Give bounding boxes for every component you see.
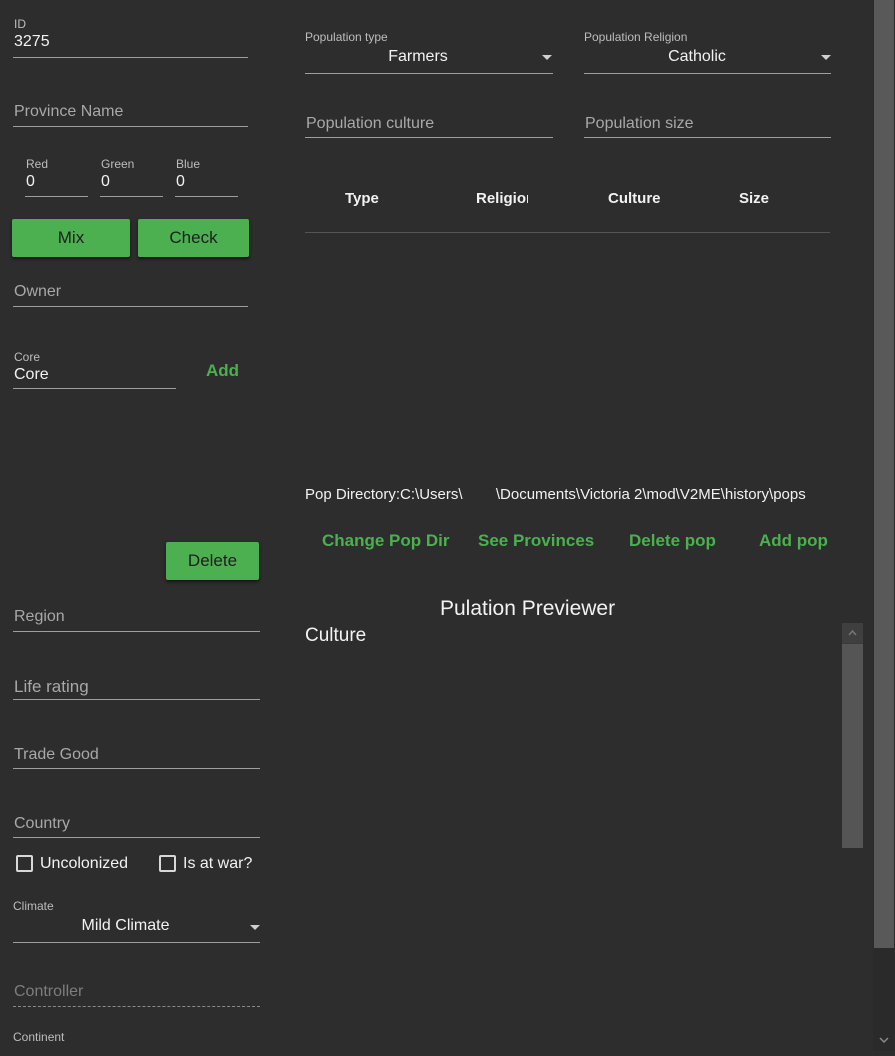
pop-directory-path: Pop Directory:C:\Users\ \Documents\Victo… xyxy=(305,486,806,503)
population-type-value[interactable]: Farmers xyxy=(305,48,531,66)
column-header-religion[interactable]: Religion xyxy=(476,190,528,207)
id-value[interactable]: 3275 xyxy=(14,33,50,51)
owner-underline xyxy=(13,306,248,307)
climate-value[interactable]: Mild Climate xyxy=(13,917,238,935)
window-scrollbar[interactable] xyxy=(873,0,895,1051)
column-header-culture[interactable]: Culture xyxy=(608,190,661,207)
check-button[interactable]: Check xyxy=(138,219,249,257)
life-rating-underline xyxy=(13,699,260,700)
chevron-down-icon[interactable] xyxy=(821,55,831,60)
mix-button[interactable]: Mix xyxy=(12,219,130,257)
uncolonized-checkbox-box[interactable] xyxy=(16,855,33,872)
trade-good-underline xyxy=(13,768,260,769)
blue-value[interactable]: 0 xyxy=(176,173,185,191)
population-religion-underline xyxy=(584,73,831,74)
chevron-down-icon xyxy=(879,1037,889,1044)
previewer-scrollbar[interactable] xyxy=(842,623,863,848)
table-header-divider xyxy=(305,232,830,233)
uncolonized-label[interactable]: Uncolonized xyxy=(40,855,128,873)
population-size-placeholder[interactable]: Population size xyxy=(585,115,694,133)
core-label: Core xyxy=(14,350,41,364)
country-underline xyxy=(13,837,260,838)
controller-placeholder: Controller xyxy=(14,983,84,1000)
province-name-underline xyxy=(13,126,248,127)
population-religion-value[interactable]: Catholic xyxy=(584,48,810,66)
red-label: Red xyxy=(26,157,49,171)
scroll-thumb[interactable] xyxy=(842,644,863,848)
population-type-underline xyxy=(305,73,553,74)
chevron-down-icon[interactable] xyxy=(542,55,552,60)
green-value[interactable]: 0 xyxy=(101,173,110,191)
column-header-size[interactable]: Size xyxy=(739,190,769,207)
blue-label: Blue xyxy=(176,157,201,171)
population-religion-label: Population Religion xyxy=(584,30,688,44)
add-core-button[interactable]: Add xyxy=(206,361,239,381)
region-underline xyxy=(13,631,260,632)
green-underline xyxy=(100,196,163,197)
region-placeholder[interactable]: Region xyxy=(14,608,65,626)
change-pop-dir-button[interactable]: Change Pop Dir xyxy=(322,531,450,551)
climate-underline xyxy=(13,942,260,943)
column-header-type[interactable]: Type xyxy=(345,190,379,207)
life-rating-placeholder[interactable]: Life rating xyxy=(14,677,89,697)
scroll-up-button[interactable] xyxy=(842,623,863,643)
chevron-down-icon[interactable] xyxy=(250,925,260,930)
red-value[interactable]: 0 xyxy=(26,173,35,191)
blue-underline xyxy=(175,196,238,197)
window-scroll-thumb[interactable] xyxy=(874,0,894,948)
continent-label: Continent xyxy=(13,1030,65,1044)
green-label: Green xyxy=(101,157,135,171)
owner-placeholder[interactable]: Owner xyxy=(14,283,61,301)
at-war-label[interactable]: Is at war? xyxy=(183,855,252,873)
core-value[interactable]: Core xyxy=(14,366,49,384)
chevron-up-icon xyxy=(848,629,857,636)
previewer-heading: Culture xyxy=(305,625,367,646)
population-culture-placeholder[interactable]: Population culture xyxy=(306,115,434,133)
province-name-placeholder[interactable]: Province Name xyxy=(14,103,123,121)
delete-button[interactable]: Delete xyxy=(166,542,259,580)
see-provinces-button[interactable]: See Provinces xyxy=(478,531,594,551)
climate-label: Climate xyxy=(13,899,54,913)
add-pop-button[interactable]: Add pop xyxy=(759,531,828,551)
controller-underline xyxy=(13,1006,260,1007)
id-underline xyxy=(13,57,248,58)
delete-pop-button[interactable]: Delete pop xyxy=(629,531,716,551)
population-culture-underline xyxy=(305,137,553,138)
country-placeholder[interactable]: Country xyxy=(14,815,70,833)
population-size-underline xyxy=(584,137,831,138)
at-war-checkbox-box[interactable] xyxy=(159,855,176,872)
population-type-label: Population type xyxy=(305,30,388,44)
window-scroll-down-button[interactable] xyxy=(874,1030,894,1051)
trade-good-placeholder[interactable]: Trade Good xyxy=(14,746,99,764)
id-label: ID xyxy=(14,17,26,31)
red-underline xyxy=(25,196,88,197)
core-underline xyxy=(13,388,176,389)
previewer-title: Pulation Previewer xyxy=(440,597,616,620)
